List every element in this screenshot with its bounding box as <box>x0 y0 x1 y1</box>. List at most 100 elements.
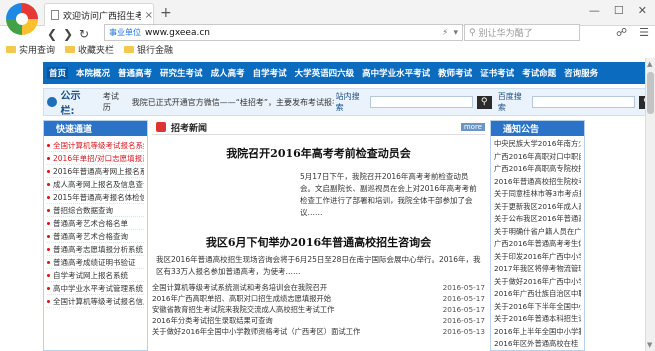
quick-link-label: 2015年普通高考报名体检信息查询 <box>53 192 144 202</box>
list-item[interactable]: 安徽省教育招生考试院来我院交流成人高校招生考试工作 2016-05-17 <box>152 304 485 315</box>
announcement-item[interactable]: 2016年广西壮族自治区中职 <box>494 288 581 301</box>
menu-item[interactable]: 证书考试 <box>480 67 514 79</box>
menu-item[interactable]: 大学英语四六级 <box>295 67 355 79</box>
close-window-icon[interactable]: ✕ <box>638 4 647 17</box>
announcement-item[interactable]: 广西2016年高职高专院校招生 <box>494 163 581 176</box>
headline-2[interactable]: 我区6月下旬举办2016年普通高校招生咨询会 <box>152 234 485 250</box>
page-scrollbar[interactable]: ▲ ▼ <box>645 58 655 351</box>
quick-links-header: 快速通道 <box>44 121 147 136</box>
bullet-icon <box>47 143 50 147</box>
announcement-item[interactable]: 关于公布我区2016年普通高 <box>494 213 581 226</box>
headline-1[interactable]: 我院召开2016年高考考前检查动员会 <box>152 145 485 161</box>
list-item[interactable]: 全国计算机等级考试系统测试和考务培训会在我院召开 2016-05-17 <box>152 282 485 293</box>
announcement-item[interactable]: 关于2016年下半年全国中小学 <box>494 301 581 314</box>
announcement-item[interactable]: 关于更新我区2016年成人高 <box>494 201 581 214</box>
quick-link[interactable]: 普通高考志愿填报分析系统 <box>47 243 144 256</box>
quick-link[interactable]: 普通高考成绩证明书验证 <box>47 256 144 269</box>
menu-item[interactable]: 普通高考 <box>118 67 152 79</box>
dropdown-icon[interactable]: ▾ <box>453 28 458 38</box>
menu-item[interactable]: 自学考试 <box>253 67 287 79</box>
list-item-title: 关于做好2016年全国中小学教师资格考试（广西考区）面试工作 <box>152 327 361 336</box>
menu-icon[interactable]: ☰ <box>639 26 649 39</box>
more-link[interactable]: more <box>460 123 485 131</box>
menu-item[interactable]: 高中学业水平考试 <box>362 67 430 79</box>
address-bar[interactable]: 事业单位 www.gxeea.cn ⚡ ▾ <box>104 24 463 41</box>
menu-item[interactable]: 本院概况 <box>76 67 110 79</box>
site-search-input[interactable] <box>370 96 473 108</box>
quick-link[interactable]: 2015年普通高考报名体检信息查询 <box>47 191 144 204</box>
announcement-item[interactable]: 2017年我区将停考物流管理 <box>494 263 581 276</box>
bullet-icon <box>47 273 50 277</box>
lightning-icon[interactable]: ⚡ <box>442 28 448 38</box>
bookmark-item[interactable]: 实用查询 <box>6 43 55 56</box>
quick-link[interactable]: 自学考试网上报名系统 <box>47 269 144 282</box>
close-tab-icon[interactable]: × <box>145 10 153 21</box>
notice-text[interactable]: 我院已正式开通官方微信——“桂招考”，主要发布考试报名 <box>132 97 334 108</box>
announcement-item[interactable]: 关于明确什省户籍人员在广西 <box>494 226 581 239</box>
headline-1-summary: 5月17日下午，我院召开2016年高考考前检查动员会。文启副院长、副巡视员在会上… <box>300 172 477 217</box>
announcement-item[interactable]: 广西2016年高职对口中职自 <box>494 151 581 164</box>
extension-icon[interactable]: ☍ <box>616 26 627 39</box>
announcement-item[interactable]: 2016年区外普通高校在桂 <box>494 338 581 351</box>
menu-item[interactable]: 成人高考 <box>211 67 245 79</box>
quick-link[interactable]: 2016年单招/对口志愿填报系统 <box>47 152 144 165</box>
announcement-item[interactable]: 2016年上半年全国中小学教 <box>494 326 581 339</box>
menu-item[interactable]: 咨询服务 <box>564 67 598 79</box>
site-menu: 首页 本院概况 普通高考 研究生考试 成人高考 自学考试 大学英语四六级 高中学… <box>43 62 655 84</box>
bookmark-item[interactable]: 银行金融 <box>124 43 173 56</box>
list-item-date: 2016-05-17 <box>442 283 485 292</box>
list-item[interactable]: 关于做好2016年全国中小学教师资格考试（广西考区）面试工作 2016-05-13 <box>152 326 485 337</box>
quick-link[interactable]: 全国计算机等级考试报名信息 <box>47 295 144 308</box>
quick-link-label: 自学考试网上报名系统 <box>53 270 128 280</box>
menu-item[interactable]: 教师考试 <box>438 67 472 79</box>
refresh-icon[interactable]: ↻ <box>76 27 92 41</box>
quick-link[interactable]: 高中学业水平考试管理系统 <box>47 282 144 295</box>
announcement-item[interactable]: 中央民族大学2016年南方少数 <box>494 138 581 151</box>
scroll-down-icon[interactable]: ▼ <box>647 341 652 349</box>
baidu-search-label: 百度搜索 <box>497 92 522 112</box>
folder-icon <box>65 45 76 53</box>
bookmark-item[interactable]: 收藏夹栏 <box>65 43 114 56</box>
announcement-item[interactable]: 关于做好2016年广西中小学 <box>494 276 581 289</box>
list-item-date: 2016-05-13 <box>442 327 485 336</box>
bullet-icon <box>47 221 50 225</box>
forward-icon[interactable]: ❯ <box>60 27 76 41</box>
quick-link[interactable]: 普通高考艺术合格名单 <box>47 217 144 230</box>
scroll-up-icon[interactable]: ▲ <box>647 60 652 68</box>
back-icon[interactable]: ❮ <box>44 27 60 41</box>
quick-link[interactable]: 成人高考网上报名及信息查询 <box>47 178 144 191</box>
window-controls: — ☐ ✕ <box>589 4 647 17</box>
news-header-title: 招考新闻 <box>171 123 208 134</box>
bullet-icon <box>47 156 50 160</box>
menu-item[interactable]: 首页 <box>47 67 69 79</box>
new-tab-button[interactable]: + <box>160 5 172 21</box>
quick-link[interactable]: 普招综合数据查询 <box>47 204 144 217</box>
minimize-icon[interactable]: — <box>589 4 600 17</box>
menu-item[interactable]: 考试命题 <box>522 67 556 79</box>
list-item[interactable]: 2016年分类考试招生录取结果可查询 2016-05-17 <box>152 315 485 326</box>
address-actions: ⚡ ▾ <box>442 28 458 38</box>
announcement-item[interactable]: 2016年普通高校招生院校考试 <box>494 176 581 189</box>
announcement-item[interactable]: 关于同意桂林市等3市考点报 <box>494 188 581 201</box>
list-item[interactable]: 2016年广西高职单招、高职对口招生成绩志愿填报开始 2016-05-17 <box>152 293 485 304</box>
url-text[interactable]: www.gxeea.cn <box>145 28 210 38</box>
site-search-button[interactable]: ⚲ <box>476 95 492 109</box>
bullet-icon <box>47 260 50 264</box>
quick-link-label: 高中学业水平考试管理系统 <box>53 283 143 293</box>
bullet-icon <box>47 195 50 199</box>
quick-link[interactable]: 2016年普通高考网上报名系统 <box>47 165 144 178</box>
bookmark-label: 实用查询 <box>19 45 56 56</box>
quick-link[interactable]: 全国计算机等级考试报名系统 <box>47 139 144 152</box>
quick-link[interactable]: 普通高考艺术合格查询 <box>47 230 144 243</box>
notice-date[interactable]: 考试历 <box>103 91 126 113</box>
browser-search[interactable]: ⚲ 别让华为酷了 <box>464 24 580 41</box>
announcement-item[interactable]: 广西2016年普通高考考生体检 <box>494 238 581 251</box>
baidu-search-input[interactable] <box>532 96 635 108</box>
list-item-date: 2016-05-17 <box>442 305 485 314</box>
scroll-thumb[interactable] <box>647 72 654 114</box>
menu-item[interactable]: 研究生考试 <box>160 67 203 79</box>
list-item-title: 安徽省教育招生考试院来我院交流成人高校招生考试工作 <box>152 305 335 314</box>
maximize-icon[interactable]: ☐ <box>614 4 624 17</box>
announcement-item[interactable]: 关于印发2016年广西中小学 <box>494 251 581 264</box>
announcement-item[interactable]: 关于2016年普通本科招生计 <box>494 313 581 326</box>
